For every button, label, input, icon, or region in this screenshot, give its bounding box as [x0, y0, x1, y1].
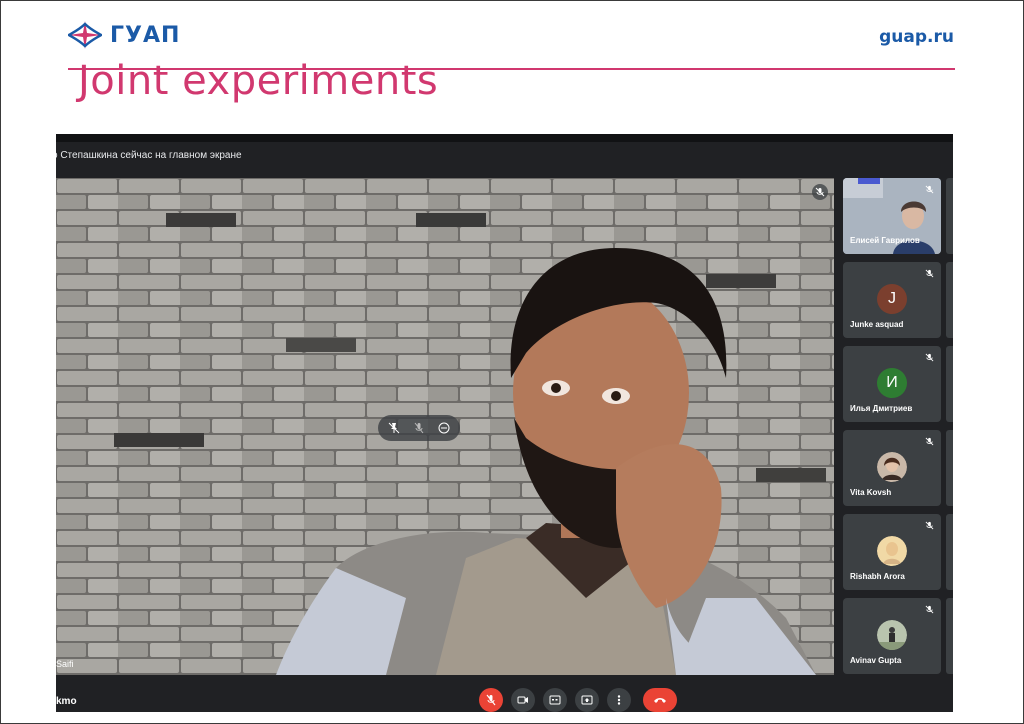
main-speaker-name: Saifi	[56, 659, 74, 669]
camera-icon	[517, 696, 528, 704]
participant-name: Елисей Гаврилов	[850, 236, 920, 245]
mic-off-icon	[922, 518, 936, 532]
participants-strip: Елисей Гаврилов J Junke asquad И Илья Дм…	[843, 178, 953, 675]
logo-text: ГУАП	[110, 22, 181, 48]
captions-icon	[549, 695, 561, 705]
participant-tile[interactable]: Rishabh Arora	[843, 514, 941, 590]
avatar-photo	[877, 620, 907, 650]
participant-tile[interactable]: Vita Kovsh	[843, 430, 941, 506]
presenting-notice: о Степашкина сейчас на главном экране	[56, 150, 242, 161]
hang-up-icon	[654, 698, 666, 703]
more-vert-icon	[617, 695, 621, 705]
camera-toggle-button[interactable]	[511, 688, 535, 712]
avatar-photo	[877, 452, 907, 482]
participant-tile[interactable]: И Илья Дмитриев	[843, 346, 941, 422]
more-options-button[interactable]	[607, 688, 631, 712]
participant-tile[interactable]: Елисей Гаврилов	[843, 178, 941, 254]
leave-call-button[interactable]	[643, 688, 677, 712]
main-mic-off-icon	[812, 184, 828, 200]
participant-name: Rishabh Arora	[850, 572, 905, 581]
mic-off-icon	[922, 266, 936, 280]
mute-participant-icon[interactable]	[411, 420, 427, 436]
guap-star-icon	[68, 21, 102, 49]
participant-tile-peek	[946, 514, 953, 590]
meet-bottom-bar: kmo	[56, 675, 953, 712]
mic-off-icon	[922, 350, 936, 364]
participant-name: Vita Kovsh	[850, 488, 892, 497]
mic-off-icon	[922, 434, 936, 448]
avatar: И	[877, 368, 907, 398]
main-video-tile[interactable]: Saifi	[56, 178, 834, 675]
avatar: J	[877, 284, 907, 314]
participant-name: Илья Дмитриев	[850, 404, 913, 413]
mic-off-icon	[922, 602, 936, 616]
slide-title: Joint experiments	[78, 58, 439, 104]
participant-name: Junke asquad	[850, 320, 904, 329]
call-controls	[479, 688, 677, 712]
participant-tile-peek	[946, 598, 953, 674]
participant-tile-peek	[946, 430, 953, 506]
top-shade	[56, 134, 953, 142]
meet-top-bar: о Степашкина сейчас на главном экране	[56, 134, 953, 178]
participant-name: Avinav Gupta	[850, 656, 902, 665]
site-url: guap.ru	[879, 27, 954, 47]
participant-tile-peek	[946, 262, 953, 338]
remove-participant-icon[interactable]	[436, 420, 452, 436]
present-icon	[581, 695, 593, 705]
meet-window: о Степашкина сейчас на главном экране Sa…	[56, 134, 953, 712]
present-button[interactable]	[575, 688, 599, 712]
mic-off-icon	[486, 694, 496, 706]
participant-tile[interactable]: Avinav Gupta	[843, 598, 941, 674]
captions-button[interactable]	[543, 688, 567, 712]
tile-hover-controls[interactable]	[378, 415, 460, 441]
mic-off-icon	[922, 182, 936, 196]
participant-tile-peek	[946, 178, 953, 254]
participant-tile-peek	[946, 346, 953, 422]
participant-tile[interactable]: J Junke asquad	[843, 262, 941, 338]
pin-icon[interactable]	[386, 420, 402, 436]
meeting-code[interactable]: kmo	[56, 696, 77, 707]
mic-toggle-button[interactable]	[479, 688, 503, 712]
avatar-photo	[877, 536, 907, 566]
guap-logo: ГУАП	[68, 20, 180, 50]
